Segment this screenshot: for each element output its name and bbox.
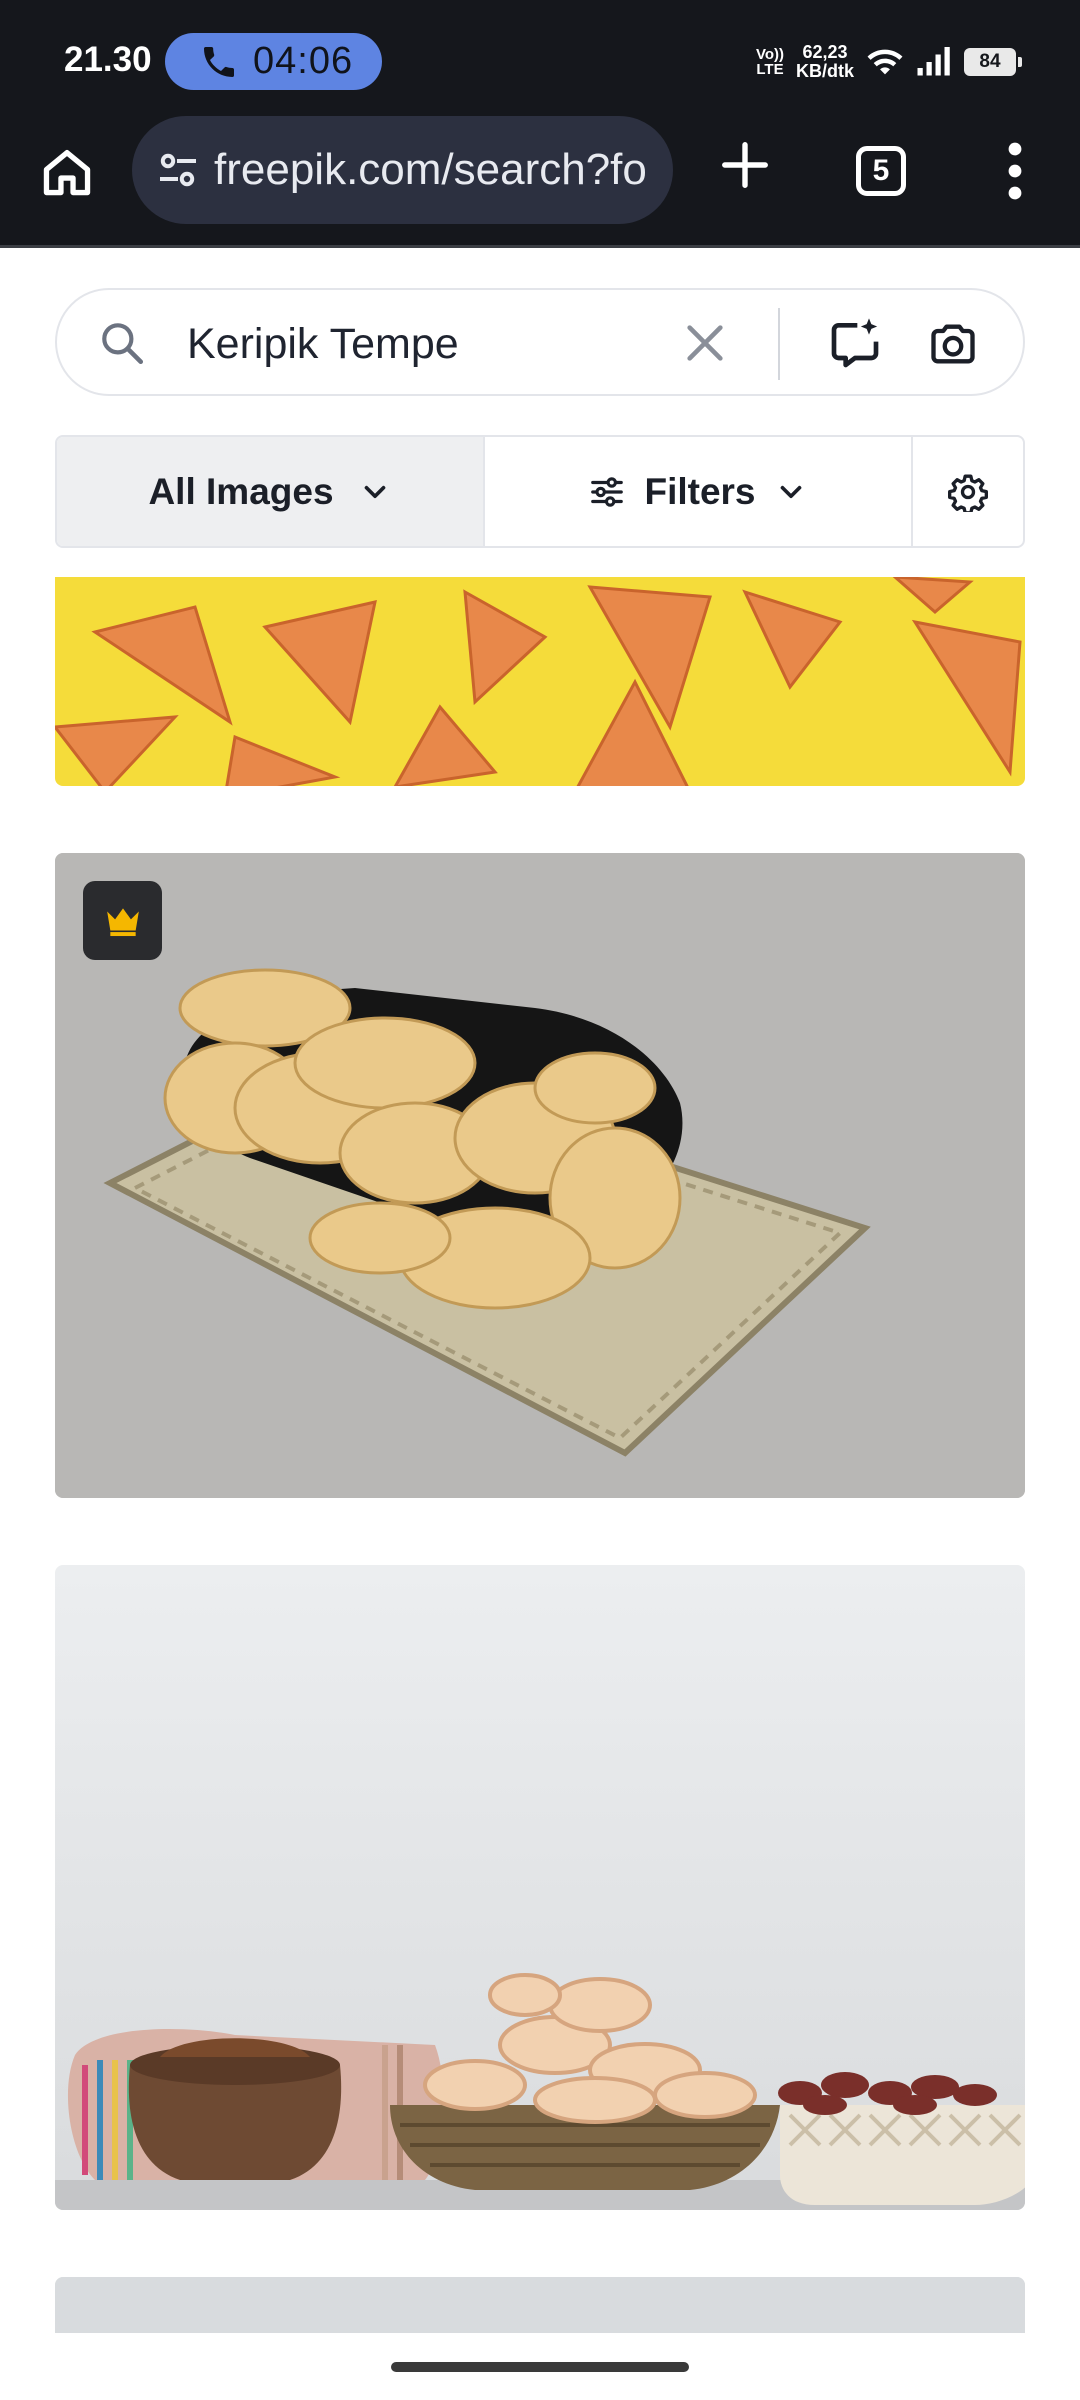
- filter-row: All Images Filters: [55, 435, 1025, 548]
- ai-chat-icon[interactable]: [827, 316, 883, 372]
- clock: 21.30: [64, 40, 152, 79]
- new-tab-icon[interactable]: [718, 138, 772, 192]
- all-images-dropdown[interactable]: All Images: [57, 437, 485, 546]
- battery-icon: 84: [964, 48, 1022, 76]
- gear-icon: [948, 474, 988, 512]
- tab-count: 5: [872, 154, 890, 187]
- all-images-label: All Images: [148, 470, 334, 512]
- filters-button[interactable]: Filters: [485, 437, 913, 546]
- chevron-down-icon: [780, 485, 801, 498]
- filters-label: Filters: [644, 470, 756, 512]
- search-input[interactable]: [187, 314, 707, 374]
- partial-photo: [55, 2277, 1025, 2333]
- chevron-down-icon: [364, 485, 385, 498]
- phone-icon: [204, 46, 234, 77]
- call-timer: 04:06: [253, 40, 354, 82]
- settings-button[interactable]: [913, 437, 1023, 546]
- tempe-chips-photo: [55, 853, 1025, 1498]
- url-text[interactable]: freepik.com/search?fo: [214, 145, 647, 195]
- result-image[interactable]: [55, 577, 1025, 786]
- address-bar[interactable]: freepik.com/search?fo: [132, 116, 673, 224]
- result-image[interactable]: [55, 2277, 1025, 2333]
- crown-icon: [106, 907, 139, 936]
- search-divider: [778, 308, 780, 380]
- volte-indicator: Vo)) LTE: [755, 46, 784, 78]
- wifi-icon: [867, 49, 903, 75]
- sliders-icon: [591, 476, 624, 507]
- network-speed: 62,23 KB/dtk: [796, 42, 854, 81]
- signal-icon: [917, 47, 950, 76]
- clear-icon[interactable]: [682, 320, 728, 366]
- search-bar: [55, 288, 1025, 396]
- gesture-handle[interactable]: [391, 2362, 689, 2372]
- chips-photo: [55, 577, 1025, 786]
- result-image[interactable]: [55, 1565, 1025, 2210]
- ongoing-call-chip[interactable]: 04:06: [165, 33, 382, 90]
- home-icon[interactable]: [38, 143, 96, 201]
- premium-badge: [83, 881, 162, 960]
- toolbar-divider: [0, 245, 1080, 248]
- status-bar: 21.30 04:06 Vo)) LTE 62,23 KB/dtk 84: [0, 0, 1080, 118]
- search-icon[interactable]: [97, 318, 147, 368]
- snacks-photo: [55, 1565, 1025, 2210]
- camera-search-icon[interactable]: [927, 318, 979, 370]
- tab-switcher-button[interactable]: 5: [856, 146, 906, 196]
- result-image[interactable]: [55, 853, 1025, 1498]
- status-icons: Vo)) LTE 62,23 KB/dtk 84: [755, 36, 1022, 88]
- more-menu-icon[interactable]: [1000, 141, 1030, 201]
- site-settings-icon[interactable]: [154, 146, 202, 194]
